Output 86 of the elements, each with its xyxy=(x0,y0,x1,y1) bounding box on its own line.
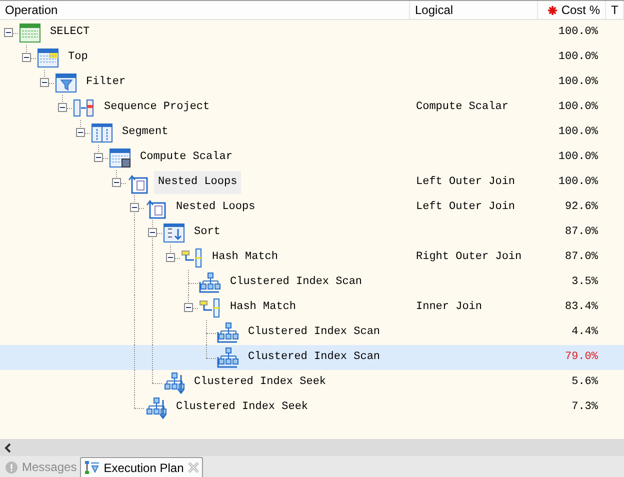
operation-name: Clustered Index Scan xyxy=(247,350,382,366)
plan-icon xyxy=(84,460,100,475)
collapse-toggle[interactable] xyxy=(112,178,121,187)
collapse-toggle[interactable] xyxy=(76,128,85,137)
operation-name: Clustered Index Seek xyxy=(175,400,310,416)
cost-percent: 100.0% xyxy=(558,100,598,116)
plan-row[interactable]: Clustered Index Scan 79.0% xyxy=(0,345,624,370)
asterisk-icon xyxy=(548,6,558,14)
operation-name: Hash Match xyxy=(211,250,280,266)
logical-operation: Right Outer Join xyxy=(416,251,522,264)
collapse-toggle[interactable] xyxy=(40,78,49,87)
operation-name: Compute Scalar xyxy=(139,150,234,166)
tab[interactable]: Execution Plan xyxy=(80,457,203,477)
cost-percent: 5.6% xyxy=(572,375,598,390)
operation-name: Top xyxy=(67,50,89,66)
cost-percent: 100.0% xyxy=(558,150,598,166)
cost-percent: 83.4% xyxy=(564,300,598,316)
logical-operation: Left Outer Join xyxy=(416,176,516,188)
collapse-toggle[interactable] xyxy=(148,228,157,237)
cost-percent: 92.6% xyxy=(564,200,598,216)
operation-name: Filter xyxy=(85,75,127,90)
info-circle-icon xyxy=(5,460,18,474)
plan-row[interactable]: SELECT 100.0% xyxy=(0,20,624,45)
plan-row[interactable]: Nested Loops Left Outer Join 100.0% xyxy=(0,170,624,195)
operation-name: Clustered Index Seek xyxy=(193,375,328,390)
operation-name: Hash Match xyxy=(229,300,298,316)
operation-name: Nested Loops xyxy=(154,171,242,194)
plan-row[interactable]: Filter 100.0% xyxy=(0,70,624,95)
column-header[interactable]: Operation xyxy=(0,1,410,19)
cost-percent: 100.0% xyxy=(558,125,598,140)
cost-percent: 100.0% xyxy=(558,175,598,190)
index-scan-icon xyxy=(216,322,240,344)
cost-percent: 4.4% xyxy=(572,325,598,340)
collapse-toggle[interactable] xyxy=(130,203,139,212)
cost-percent: 87.0% xyxy=(564,225,598,240)
cost-percent: 100.0% xyxy=(558,75,598,90)
operation-name: Clustered Index Scan xyxy=(229,275,364,290)
plan-row[interactable]: Clustered Index Seek 5.6% xyxy=(0,370,624,395)
plan-row[interactable]: Nested Loops Left Outer Join 92.6% xyxy=(0,195,624,220)
operation-name: Nested Loops xyxy=(175,200,256,216)
logical-operation: Left Outer Join xyxy=(416,201,516,214)
plan-row[interactable]: Clustered Index Seek 7.3% xyxy=(0,395,624,420)
funnel-icon xyxy=(55,72,77,92)
logical-operation: Compute Scalar xyxy=(416,101,508,114)
hash-match-icon xyxy=(181,248,203,268)
plan-row[interactable]: Hash Match Right Outer Join 87.0% xyxy=(0,245,624,270)
cost-percent: 7.3% xyxy=(572,400,598,416)
table-icon xyxy=(19,22,41,42)
operation-name: Sort xyxy=(193,225,222,240)
collapse-toggle[interactable] xyxy=(94,153,103,162)
operation-name: Sequence Project xyxy=(103,100,211,116)
plan-row[interactable]: Hash Match Inner Join 83.4% xyxy=(0,295,624,320)
column-header[interactable]: Cost % xyxy=(538,1,606,19)
cost-percent: 3.5% xyxy=(572,275,598,290)
cost-percent: 100.0% xyxy=(558,25,598,40)
operation-name: Segment xyxy=(121,125,170,140)
index-seek-icon xyxy=(162,372,186,394)
index-scan-icon xyxy=(216,346,240,368)
plan-row[interactable]: Top 100.0% xyxy=(0,45,624,70)
columns-icon xyxy=(91,122,113,142)
cost-percent: 87.0% xyxy=(564,250,598,266)
collapse-toggle[interactable] xyxy=(184,303,193,312)
sort-icon xyxy=(163,222,185,242)
cost-percent: 100.0% xyxy=(558,50,598,66)
index-scan-icon xyxy=(198,272,222,294)
hash-match-icon xyxy=(199,298,221,318)
cost-percent: 79.0% xyxy=(564,350,598,366)
index-seek-icon xyxy=(144,396,168,418)
operation-name: Clustered Index Scan xyxy=(247,325,382,340)
logical-operation: Inner Join xyxy=(416,301,482,314)
horizontal-scrollbar[interactable] xyxy=(0,439,624,456)
plan-row[interactable]: Clustered Index Scan 3.5% xyxy=(0,270,624,295)
plan-row[interactable]: Sequence Project Compute Scalar 100.0% xyxy=(0,95,624,120)
plan-row[interactable]: Segment 100.0% xyxy=(0,120,624,145)
operation-name: SELECT xyxy=(49,25,91,40)
collapse-toggle[interactable] xyxy=(166,253,175,262)
columns-arrow-icon xyxy=(73,98,95,118)
table-icon xyxy=(37,48,59,68)
column-header[interactable]: Logical xyxy=(410,1,538,19)
plan-row[interactable]: Compute Scalar 100.0% xyxy=(0,145,624,170)
collapse-toggle[interactable] xyxy=(22,53,31,62)
table-icon xyxy=(109,148,131,168)
collapse-toggle[interactable] xyxy=(58,103,67,112)
plan-row[interactable]: Sort 87.0% xyxy=(0,220,624,245)
column-header[interactable]: T xyxy=(606,1,624,19)
collapse-toggle[interactable] xyxy=(4,28,13,37)
